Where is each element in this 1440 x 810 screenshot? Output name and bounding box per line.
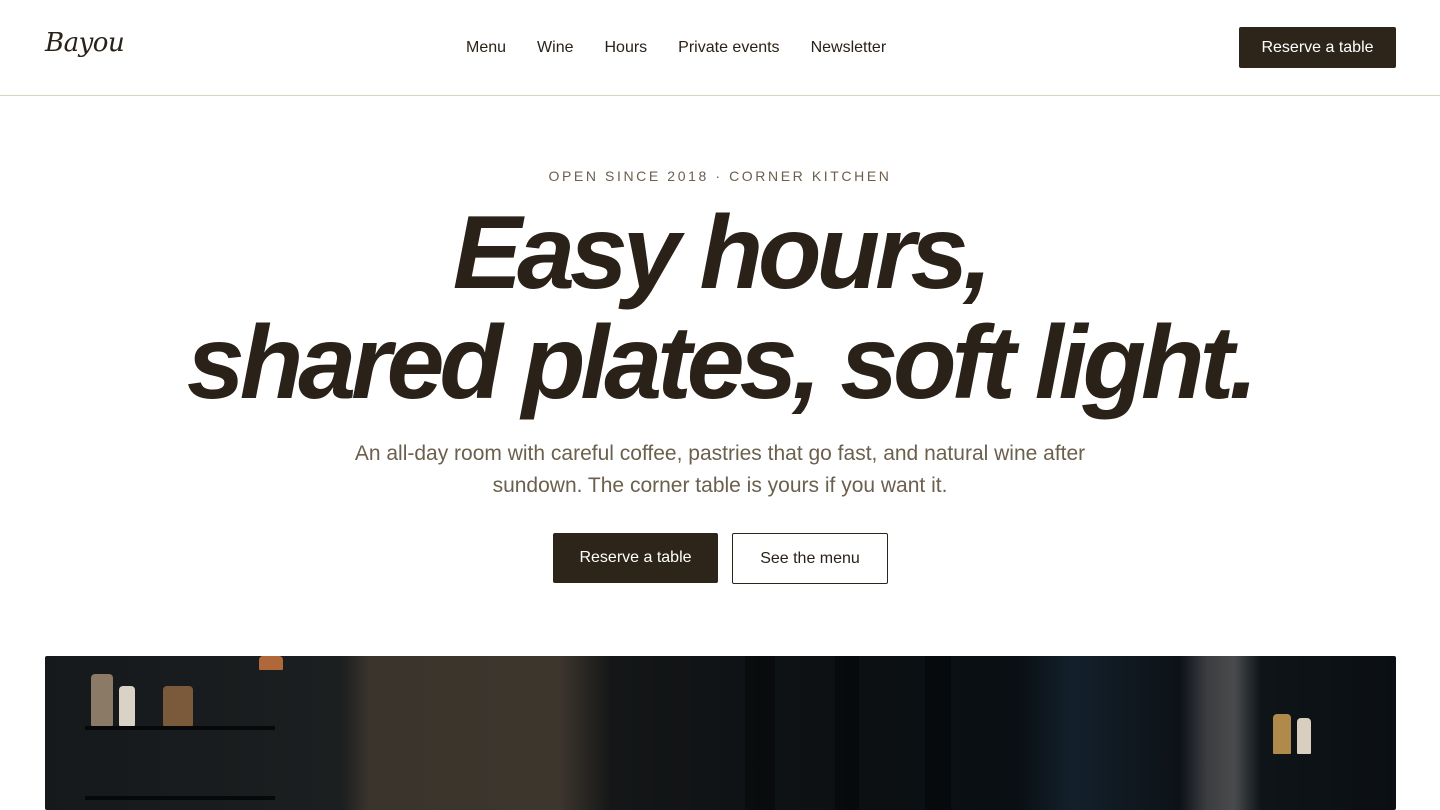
photo-drape [745, 656, 775, 810]
hero-photo [45, 656, 1396, 810]
nav-item-wine[interactable]: Wine [537, 38, 573, 58]
logo[interactable]: Bayou [45, 28, 125, 58]
site-header: Bayou Menu Wine Hours Private events New… [0, 0, 1440, 96]
photo-bottle [91, 674, 113, 726]
photo-bottle [1273, 714, 1291, 754]
nav-item-private-events[interactable]: Private events [678, 38, 779, 58]
hero-eyebrow: OPEN SINCE 2018 · CORNER KITCHEN [548, 168, 892, 184]
hero-reserve-button[interactable]: Reserve a table [553, 533, 718, 583]
nav-item-menu[interactable]: Menu [466, 38, 506, 58]
photo-shelf [85, 726, 275, 730]
hero-headline-line-1: Easy hours, [452, 195, 993, 311]
photo-bottle [119, 686, 135, 726]
main-nav: Menu Wine Hours Private events Newslette… [466, 38, 886, 58]
nav-item-newsletter[interactable]: Newsletter [811, 38, 887, 58]
photo-bottle [259, 656, 283, 670]
photo-drape [835, 656, 859, 810]
hero-headline: Easy hours, shared plates, soft light. [0, 198, 1440, 418]
photo-shelf [85, 796, 275, 800]
hero-headline-line-2: shared plates, soft light. [186, 305, 1258, 421]
photo-bottle [1297, 718, 1311, 754]
hero-menu-button[interactable]: See the menu [732, 533, 888, 584]
nav-item-hours[interactable]: Hours [604, 38, 647, 58]
header-reserve-button[interactable]: Reserve a table [1239, 27, 1396, 68]
hero-subcopy: An all-day room with careful coffee, pas… [354, 442, 1086, 497]
hero-cta-row: Reserve a table See the menu [553, 533, 888, 584]
photo-drape [925, 656, 951, 810]
photo-bottle [163, 686, 193, 726]
